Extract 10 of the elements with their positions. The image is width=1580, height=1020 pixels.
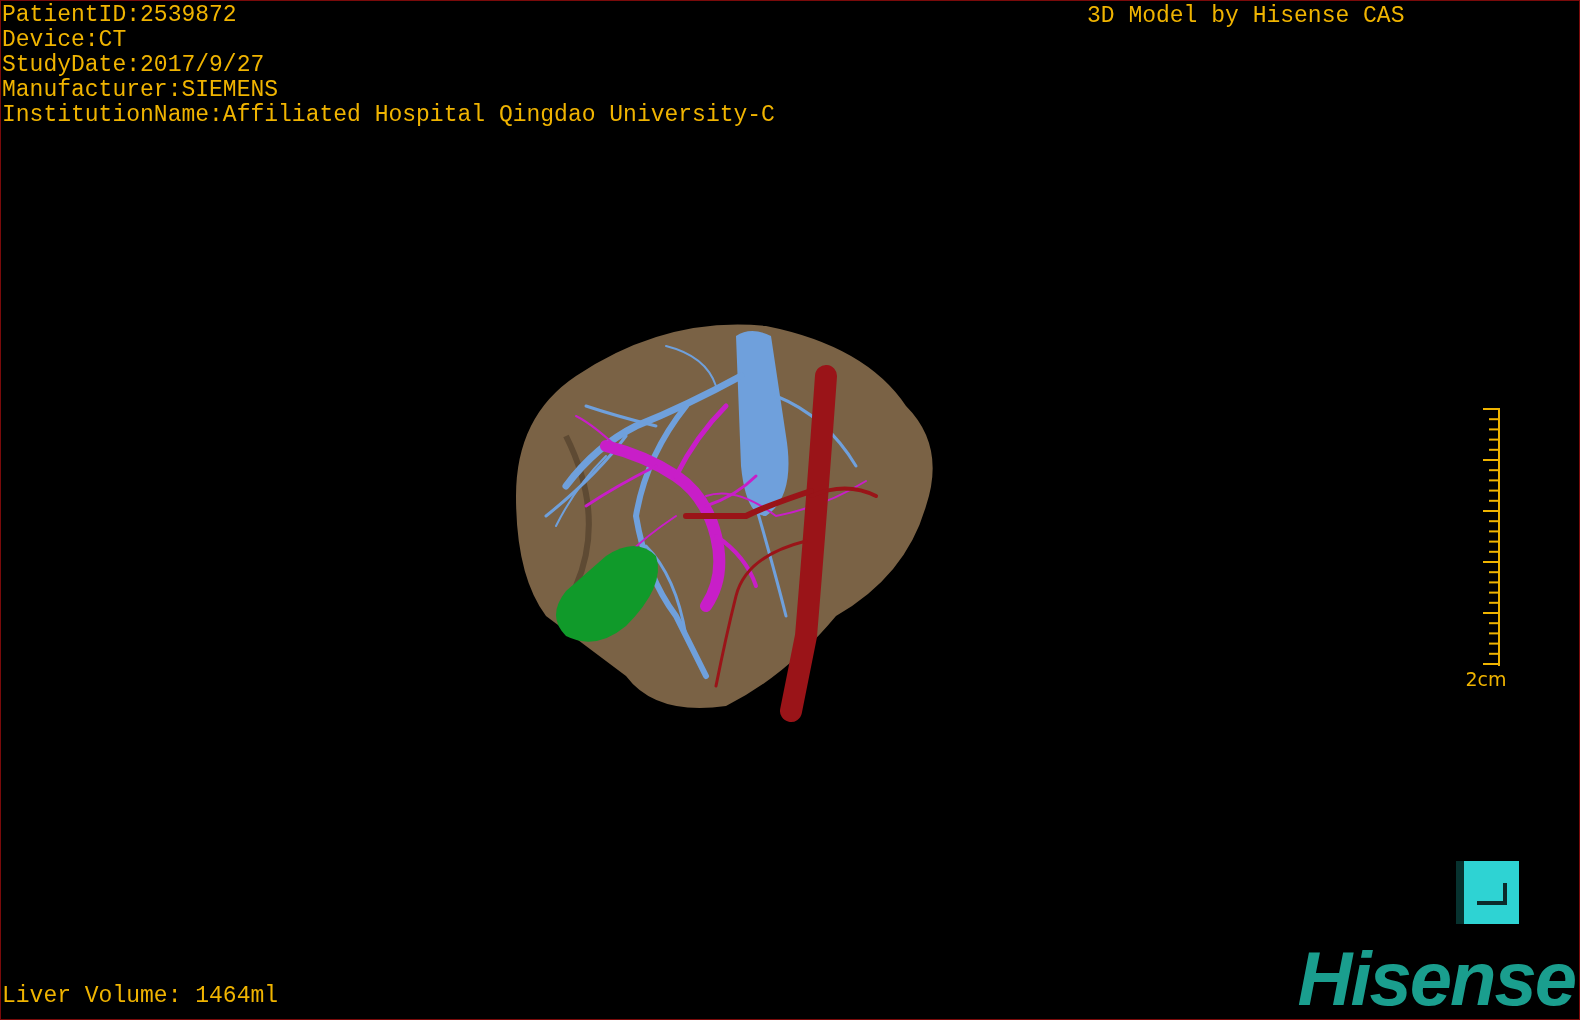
liver-volume-text: Liver Volume: 1464ml (2, 984, 279, 1009)
header-label: 3D Model by Hisense CAS (1087, 4, 1405, 29)
info-text: InstitutionName:Affiliated Hospital Qingdao University-C (2, 103, 775, 128)
info-text: Manufacturer:SIEMENS (2, 78, 280, 103)
info-text: PatientID:2539872 (2, 3, 238, 28)
info-text: StudyDate:2017/9/27 (2, 53, 266, 78)
info-text: Device:CT (2, 28, 128, 53)
corner-button[interactable] (1456, 861, 1519, 924)
scale-label: 2cm (1465, 668, 1507, 690)
logo-text: Hisense (1297, 947, 1575, 1011)
